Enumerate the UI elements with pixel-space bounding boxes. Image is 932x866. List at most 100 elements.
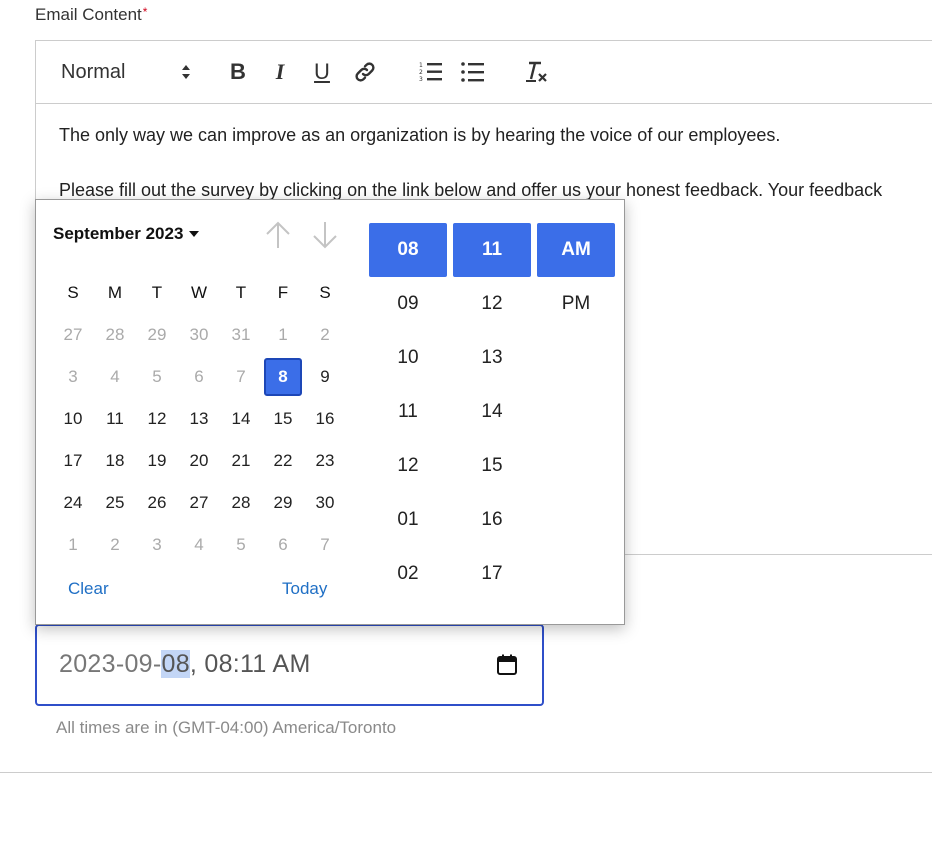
- minute-option[interactable]: 14: [453, 385, 531, 439]
- previous-month-button[interactable]: [264, 220, 292, 250]
- ampm-option[interactable]: PM: [537, 277, 615, 331]
- calendar-day[interactable]: 15: [262, 409, 304, 429]
- editor-toolbar: Normal B I U 1 2 3: [36, 41, 932, 104]
- month-label: September 2023: [53, 224, 184, 243]
- calendar-weeks: 27 28 29 30 31 1 2 3 4 5 6 7 8 9 10 11 12 13 14 15 16 17 18 19 2…: [52, 314, 346, 566]
- calendar-day[interactable]: 29: [262, 493, 304, 513]
- month-select[interactable]: September 2023: [53, 224, 200, 244]
- minute-option[interactable]: 17: [453, 547, 531, 601]
- calendar-day[interactable]: 3: [52, 367, 94, 387]
- hour-option[interactable]: 02: [369, 547, 447, 601]
- format-select-value: Normal: [61, 60, 126, 83]
- calendar-day[interactable]: 13: [178, 409, 220, 429]
- calendar-day[interactable]: 25: [94, 493, 136, 513]
- minute-option[interactable]: 15: [453, 439, 531, 493]
- bold-button[interactable]: B: [226, 41, 250, 103]
- required-asterisk: *: [142, 5, 148, 19]
- calendar-day[interactable]: 30: [304, 493, 346, 513]
- minute-option[interactable]: 12: [453, 277, 531, 331]
- calendar-day[interactable]: 11: [94, 409, 136, 429]
- timezone-note: All times are in (GMT-04:00) America/Tor…: [56, 718, 397, 737]
- calendar-day[interactable]: 10: [52, 409, 94, 429]
- calendar-day[interactable]: 9: [304, 367, 346, 387]
- calendar-day[interactable]: 4: [178, 535, 220, 555]
- hour-option[interactable]: 10: [369, 331, 447, 385]
- calendar-picker-button[interactable]: [496, 654, 518, 681]
- underline-icon: U: [314, 59, 330, 84]
- today-button[interactable]: Today: [282, 579, 327, 599]
- arrow-down-icon: [313, 222, 337, 249]
- calendar-grid: SMTWTFS 27 28 29 30 31 1 2 3 4 5 6 7 8 9 10 11 12 13 14 15 1…: [52, 272, 346, 566]
- datetime-value-suffix: , 08:11 AM: [189, 650, 311, 678]
- calendar-day[interactable]: 12: [136, 409, 178, 429]
- clear-format-button[interactable]: [524, 41, 550, 103]
- hour-option[interactable]: 08: [369, 223, 447, 277]
- calendar-day[interactable]: 26: [136, 493, 178, 513]
- hour-column: 08 09 10 11 12 01 02: [369, 223, 447, 601]
- calendar-day[interactable]: 16: [304, 409, 346, 429]
- calendar-day[interactable]: 7: [220, 367, 262, 387]
- calendar-day[interactable]: 21: [220, 451, 262, 471]
- calendar-day[interactable]: 30: [178, 325, 220, 345]
- calendar-week-row: 3456789: [52, 356, 346, 398]
- ordered-list-button[interactable]: 1 2 3: [418, 41, 444, 103]
- calendar-day[interactable]: 3: [136, 535, 178, 555]
- calendar-day[interactable]: 6: [262, 535, 304, 555]
- calendar-day[interactable]: 27: [52, 325, 94, 345]
- arrow-up-icon: [266, 221, 290, 248]
- datetime-value: 2023-09-08, 08:11 AM: [59, 650, 311, 679]
- calendar-day[interactable]: 22: [262, 451, 304, 471]
- underline-button[interactable]: U: [310, 41, 334, 103]
- bold-icon: B: [230, 59, 246, 84]
- datetime-input[interactable]: 2023-09-08, 08:11 AM: [35, 624, 544, 706]
- next-month-button[interactable]: [311, 220, 339, 250]
- selected-day-highlight: 8: [264, 358, 302, 396]
- link-button[interactable]: [352, 41, 378, 103]
- hour-option[interactable]: 01: [369, 493, 447, 547]
- calendar-day[interactable]: 2: [304, 325, 346, 345]
- datetime-picker-popup: September 2023 SMTWTFS 27 28 29 30 31 1 2 3 4 5 6 7…: [35, 199, 625, 625]
- calendar-day[interactable]: 23: [304, 451, 346, 471]
- calendar-day[interactable]: 1: [262, 325, 304, 345]
- weekday-header: F: [277, 283, 289, 302]
- calendar-day[interactable]: 28: [94, 325, 136, 345]
- ampm-option[interactable]: AM: [537, 223, 615, 277]
- hour-option[interactable]: 09: [369, 277, 447, 331]
- caret-down-icon: [189, 231, 200, 237]
- calendar-day[interactable]: 14: [220, 409, 262, 429]
- hour-option[interactable]: 12: [369, 439, 447, 493]
- calendar-day[interactable]: 17: [52, 451, 94, 471]
- calendar-day[interactable]: 6: [178, 367, 220, 387]
- hour-option[interactable]: 11: [369, 385, 447, 439]
- calendar-day[interactable]: 19: [136, 451, 178, 471]
- calendar-day[interactable]: 27: [178, 493, 220, 513]
- clear-button[interactable]: Clear: [68, 579, 109, 599]
- format-select[interactable]: Normal: [61, 41, 191, 103]
- weekday-header: W: [190, 283, 208, 302]
- italic-icon: I: [275, 59, 285, 84]
- calendar-day[interactable]: 28: [220, 493, 262, 513]
- content-paragraph: The only way we can improve as an organi…: [59, 125, 781, 145]
- calendar-day[interactable]: 29: [136, 325, 178, 345]
- bullet-list-button[interactable]: [460, 41, 486, 103]
- svg-text:1: 1: [419, 62, 423, 69]
- calendar-day-selected[interactable]: 8: [262, 358, 304, 396]
- calendar-day[interactable]: 5: [136, 367, 178, 387]
- calendar-day[interactable]: 5: [220, 535, 262, 555]
- field-label-text: Email Content: [35, 5, 142, 24]
- calendar-day[interactable]: 20: [178, 451, 220, 471]
- calendar-week-row: 1234567: [52, 524, 346, 566]
- datetime-value-day-segment[interactable]: 08: [161, 650, 190, 678]
- weekday-header: M: [107, 283, 123, 302]
- calendar-day[interactable]: 2: [94, 535, 136, 555]
- calendar-day[interactable]: 24: [52, 493, 94, 513]
- minute-option[interactable]: 11: [453, 223, 531, 277]
- minute-option[interactable]: 13: [453, 331, 531, 385]
- calendar-day[interactable]: 31: [220, 325, 262, 345]
- calendar-day[interactable]: 7: [304, 535, 346, 555]
- calendar-day[interactable]: 1: [52, 535, 94, 555]
- calendar-day[interactable]: 18: [94, 451, 136, 471]
- italic-button[interactable]: I: [268, 41, 292, 103]
- calendar-day[interactable]: 4: [94, 367, 136, 387]
- minute-option[interactable]: 16: [453, 493, 531, 547]
